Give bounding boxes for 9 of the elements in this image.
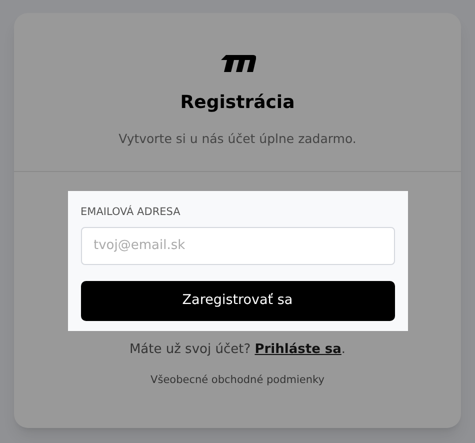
logo-icon [220,55,256,73]
page-title: Registrácia [180,91,295,115]
email-label: EMAILOVÁ ADRESA [80,204,182,220]
email-field[interactable]: tvoj@email.sk [80,226,394,264]
login-link[interactable]: Prihláste sa [254,342,342,356]
page-subtitle: Vytvorte si u nás účet úplne zadarmo. [118,130,356,148]
terms-link[interactable]: Všeobecné obchodné podmienky [150,373,324,389]
register-button[interactable]: Zaregistrovať sa [80,280,394,320]
login-prompt: Máte už svoj účet? Prihláste sa. [128,340,347,358]
